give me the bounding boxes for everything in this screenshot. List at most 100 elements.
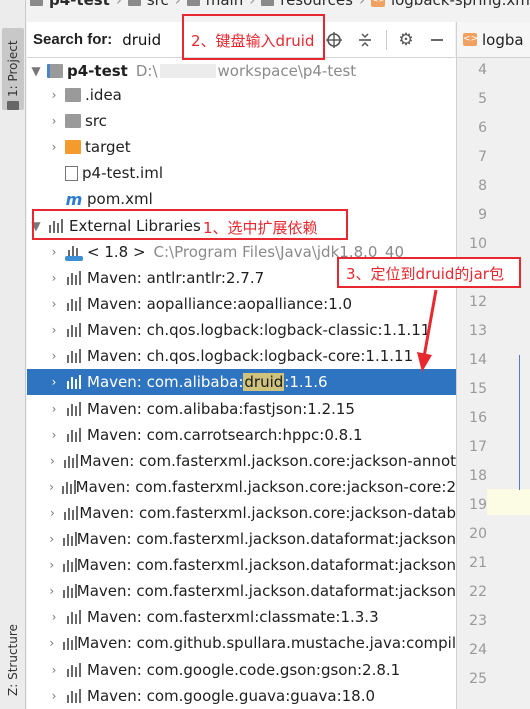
project-path: D:\	[135, 62, 158, 80]
line-number: 17	[469, 439, 487, 455]
library-icon	[65, 323, 83, 338]
library-icon	[65, 610, 83, 625]
search-input[interactable]	[122, 30, 178, 49]
breadcrumb-resources[interactable]: resources	[280, 0, 353, 9]
tree-row-library[interactable]: › Maven: com.google.code.gson:gson:2.8.1	[27, 657, 456, 683]
structure-tab-label: Z: Structure	[6, 624, 20, 696]
library-label: Maven: com.fasterxml.jackson.dataformat:…	[76, 556, 456, 575]
chevron-right-icon[interactable]: ›	[47, 558, 57, 572]
line-number: 7	[478, 149, 487, 165]
line-number: 13	[469, 323, 487, 339]
chevron-down-icon[interactable]: ▼	[29, 64, 43, 78]
redacted-path	[159, 64, 216, 78]
library-label: Maven: com.fasterxml.jackson.core:jackso…	[75, 477, 456, 496]
xml-file-icon: <>	[370, 0, 386, 7]
chevron-right-icon[interactable]: ›	[47, 88, 61, 102]
library-label: Maven: com.fasterxml.jackson.core:jackso…	[79, 451, 456, 470]
tree-row-project[interactable]: ▼ p4-test D:\ workspace\p4-test	[27, 58, 456, 84]
editor-tab[interactable]: <> logba	[456, 22, 530, 58]
chevron-right-icon[interactable]: ›	[47, 610, 61, 624]
tree-row-library[interactable]: › Maven: com.fasterxml.jackson.dataformat…	[27, 526, 456, 552]
chevron-right-icon[interactable]: ›	[47, 349, 61, 363]
tree-row-library[interactable]: › Maven: com.fasterxml.jackson.core:jacks…	[27, 500, 456, 526]
module-icon	[30, 0, 43, 6]
library-label: Maven: ch.qos.logback:logback-classic:1.…	[87, 321, 431, 340]
breadcrumb-separator: ›	[174, 0, 181, 9]
annotation-step3: 3、定位到druid的jar包	[346, 265, 504, 283]
library-label: Maven: com.carrotsearch:hppc:0.8.1	[87, 425, 363, 444]
chevron-right-icon[interactable]: ›	[47, 506, 58, 520]
tree-row-library[interactable]: › Maven: com.fasterxml.jackson.core:jacks…	[27, 448, 456, 474]
library-label: Maven: com.fasterxml.jackson.dataformat:…	[76, 582, 456, 601]
chevron-right-icon[interactable]: ›	[47, 663, 61, 677]
library-label: Maven: com.alibaba:fastjson:1.2.15	[87, 399, 355, 418]
chevron-right-icon[interactable]: ›	[47, 297, 61, 311]
tree-row-library-selected[interactable]: › Maven: com.alibaba: druid:1.1.6	[27, 369, 456, 396]
chevron-right-icon[interactable]: ›	[47, 532, 57, 546]
chevron-right-icon[interactable]: ›	[47, 245, 61, 259]
library-icon	[65, 271, 83, 285]
chevron-right-icon[interactable]: ›	[47, 636, 57, 650]
library-label: Maven: com.google.code.gson:gson:2.8.1	[87, 660, 401, 679]
line-number: 18	[469, 468, 487, 484]
line-number: 5	[478, 91, 487, 107]
breadcrumb-main[interactable]: main	[206, 0, 243, 9]
library-icon	[65, 375, 83, 390]
chevron-right-icon[interactable]: ›	[47, 584, 57, 598]
line-number: 21	[469, 555, 487, 571]
chevron-right-icon[interactable]: ›	[47, 114, 61, 128]
tree-row-library[interactable]: › Maven: ch.qos.logback:logback-core:1.1.…	[27, 343, 456, 369]
locate-crosshair-icon[interactable]	[324, 30, 344, 50]
tree-row-library[interactable]: › Maven: com.github.spullara.mustache.jav…	[27, 630, 456, 656]
chevron-right-icon[interactable]: ›	[47, 271, 61, 285]
chevron-right-icon[interactable]: ›	[47, 323, 61, 337]
editor-tab-label: logba	[482, 30, 524, 49]
library-icon	[65, 427, 83, 442]
chevron-right-icon[interactable]: ›	[47, 375, 61, 389]
current-line-highlight	[487, 489, 530, 515]
tree-row-library[interactable]: › Maven: com.carrotsearch:hppc:0.8.1	[27, 422, 456, 448]
breadcrumb-separator: ›	[115, 0, 122, 9]
chevron-right-icon[interactable]: ›	[47, 428, 61, 442]
minimize-icon[interactable]	[427, 30, 447, 50]
breadcrumb-project[interactable]: p4-test	[49, 0, 110, 9]
line-number: 15	[469, 381, 487, 397]
line-number: 10	[469, 236, 487, 252]
library-label: Maven: ch.qos.logback:logback-core:1.1.1…	[87, 347, 414, 366]
structure-tool-tab[interactable]: Z: Structure	[2, 620, 24, 700]
tree-row-library[interactable]: › Maven: com.fasterxml.jackson.dataformat…	[27, 578, 456, 604]
tree-row-library[interactable]: › Maven: com.fasterxml.jackson.dataformat…	[27, 552, 456, 578]
library-label: Maven: com.google.guava:guava:18.0	[87, 686, 376, 705]
chevron-right-icon[interactable]: ›	[47, 454, 58, 468]
tree-row-library[interactable]: › Maven: com.fasterxml.jackson.core:jacks…	[27, 474, 456, 500]
collapse-all-icon[interactable]	[355, 30, 375, 50]
chevron-right-icon[interactable]: ›	[47, 402, 61, 416]
chevron-right-icon[interactable]: ›	[47, 689, 61, 703]
tree-row-library[interactable]: › Maven: com.alibaba:fastjson:1.2.15	[27, 396, 456, 422]
gear-icon[interactable]: ⚙	[396, 30, 416, 50]
tree-row-library[interactable]: › Maven: ch.qos.logback:logback-classic:1…	[27, 317, 456, 343]
tree-row-target[interactable]: › target	[27, 134, 456, 160]
tool-window-stripe: 1: Project Z: Structure	[0, 0, 26, 709]
tree-row-idea[interactable]: › .idea	[27, 82, 456, 108]
tree-row-library[interactable]: › Maven: com.fasterxml:classmate:1.3.3	[27, 604, 456, 630]
library-icon	[60, 479, 77, 494]
jdk-icon	[65, 245, 83, 261]
line-number: 20	[469, 526, 487, 542]
iml-file-icon	[65, 165, 78, 181]
project-tab-label: 1: Project	[6, 40, 20, 98]
folder-icon	[261, 0, 275, 6]
library-label: Maven: antlr:antlr:2.7.7	[87, 269, 265, 287]
breadcrumb-src[interactable]: src	[147, 0, 169, 9]
tree-row-src[interactable]: › src	[27, 108, 456, 134]
tree-row-library[interactable]: › Maven: com.google.guava:guava:18.0	[27, 683, 456, 709]
breadcrumb-file[interactable]: logback-spring.xml	[391, 0, 530, 9]
chevron-right-icon[interactable]: ›	[47, 140, 61, 154]
folder-icon	[65, 88, 81, 102]
line-number: 16	[469, 410, 487, 426]
chevron-right-icon[interactable]: ›	[47, 480, 56, 494]
tree-row-library[interactable]: › Maven: aopalliance:aopalliance:1.0	[27, 291, 456, 317]
module-folder-icon	[47, 64, 63, 78]
tree-item-label: p4-test.iml	[82, 164, 163, 182]
tree-row-iml[interactable]: p4-test.iml	[27, 160, 456, 186]
